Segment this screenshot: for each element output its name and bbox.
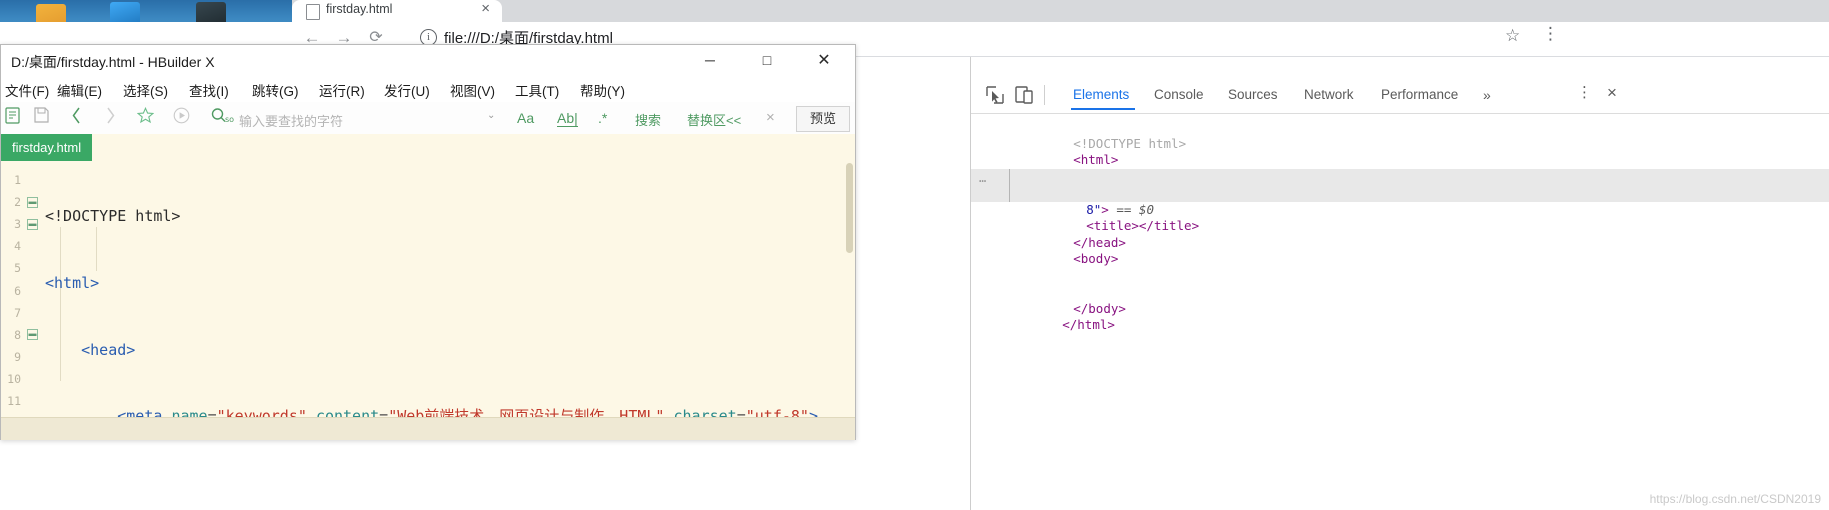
- code-text-area[interactable]: <!DOCTYPE html> <html> <head> <meta name…: [45, 161, 855, 439]
- menu-find[interactable]: 查找(I): [189, 80, 229, 100]
- line-number-gutter: 1 2 3 4 5 6 7 8 9 10 11: [1, 161, 23, 439]
- tab-network[interactable]: Network: [1304, 87, 1354, 102]
- dom-line-body-close[interactable]: </body>: [971, 284, 1829, 316]
- window-title: D:/桌面/firstday.html - HBuilder X: [11, 54, 215, 70]
- fold-toggle-icon[interactable]: ▬: [27, 329, 38, 340]
- dom-line-title[interactable]: <title></title>: [971, 202, 1829, 233]
- chevron-down-icon[interactable]: ⌄: [487, 110, 495, 121]
- device-toolbar-icon[interactable]: [1013, 84, 1035, 106]
- dom-line-html-open[interactable]: <html>: [971, 136, 1829, 167]
- editor-scrollbar[interactable]: [846, 163, 853, 253]
- clear-search-icon[interactable]: ×: [766, 109, 775, 126]
- inspect-element-icon[interactable]: [984, 84, 1006, 106]
- dom-line-spacer: [971, 251, 1829, 284]
- code-line-2[interactable]: <html>: [45, 272, 855, 294]
- nav-forward-icon[interactable]: [99, 107, 121, 131]
- minimize-icon[interactable]: ─: [687, 45, 733, 76]
- indent-guide: [1009, 185, 1010, 202]
- bookmark-star-icon[interactable]: ☆: [1505, 26, 1520, 46]
- hbuilderx-title-bar[interactable]: D:/桌面/firstday.html - HBuilder X ─ □ ✕: [1, 45, 855, 76]
- devtools-settings-icon[interactable]: ⋮: [1577, 85, 1592, 101]
- search-button[interactable]: 搜索: [635, 110, 661, 129]
- active-tab-indicator: [1071, 108, 1135, 110]
- dom-line-doctype[interactable]: <!DOCTYPE html>: [971, 119, 1829, 151]
- dom-line-body-open[interactable]: <body>: [971, 235, 1829, 266]
- indent-guide: [1009, 168, 1010, 185]
- star-bookmark-icon[interactable]: [134, 106, 156, 131]
- tab-performance[interactable]: Performance: [1381, 87, 1458, 102]
- page-favicon-icon: [306, 4, 320, 20]
- expand-ellipsis-icon[interactable]: …: [979, 170, 987, 187]
- line-number: 10: [7, 372, 21, 386]
- dom-line-html-close[interactable]: </html>: [971, 301, 1829, 332]
- fold-toggle-icon[interactable]: ▬: [27, 197, 38, 208]
- dom-line-meta-wrap[interactable]: 8"> == $0: [971, 185, 1829, 217]
- dom-line-head-close[interactable]: </head>: [971, 218, 1829, 250]
- dom-line-meta-selected[interactable]: …<meta name="keywords" content="Web前端技术，…: [971, 168, 1829, 200]
- dom-line-head-open[interactable]: ▼<head>: [971, 152, 1829, 184]
- menu-select[interactable]: 选择(S): [123, 80, 168, 100]
- watermark-text: https://blog.csdn.net/CSDN2019: [1649, 492, 1821, 506]
- svg-text:so: so: [225, 115, 234, 124]
- menu-publish[interactable]: 发行(U): [384, 80, 430, 100]
- menu-help[interactable]: 帮助(Y): [580, 80, 625, 100]
- line-number: 1: [14, 173, 21, 187]
- code-editor[interactable]: 1 2 3 4 5 6 7 8 9 10 11 ▬ ▬ ▬ <!DOCTYPE …: [1, 161, 855, 439]
- line-number: 9: [14, 350, 21, 364]
- whole-word-icon[interactable]: Ab|: [557, 110, 578, 127]
- editor-tab-bar: firstday.html: [1, 134, 855, 162]
- code-line-1[interactable]: <!DOCTYPE html>: [45, 205, 855, 227]
- toolbar-divider: [1044, 85, 1045, 105]
- preview-button[interactable]: 预览: [796, 106, 850, 132]
- editor-tab-firstday[interactable]: firstday.html: [1, 134, 93, 161]
- regex-icon[interactable]: .*: [598, 110, 607, 126]
- close-icon[interactable]: ×: [1607, 84, 1617, 101]
- line-number: 8: [14, 328, 21, 342]
- run-play-icon[interactable]: [170, 107, 192, 131]
- replace-panel-button[interactable]: 替换区<<: [687, 110, 741, 129]
- devtools-panel: Elements Console Sources Network Perform…: [970, 57, 1829, 510]
- line-number: 5: [14, 261, 21, 275]
- code-line-2-text: <html>: [45, 274, 100, 292]
- code-line-1-text: <!DOCTYPE html>: [45, 207, 181, 226]
- close-icon[interactable]: ×: [481, 1, 490, 16]
- browser-tab-title: firstday.html: [326, 2, 393, 16]
- more-tabs-icon[interactable]: »: [1483, 87, 1491, 103]
- line-number: 11: [7, 394, 21, 408]
- menu-view[interactable]: 视图(V): [450, 80, 495, 100]
- nav-back-icon[interactable]: [65, 107, 87, 131]
- tab-elements[interactable]: Elements: [1073, 87, 1129, 102]
- hbuilderx-menu-bar: 文件(F) 编辑(E) 选择(S) 查找(I) 跳转(G) 运行(R) 发行(U…: [1, 76, 855, 102]
- tab-sources[interactable]: Sources: [1228, 87, 1278, 102]
- code-line-3[interactable]: <head>: [45, 339, 855, 361]
- menu-tools[interactable]: 工具(T): [515, 80, 559, 100]
- find-magnifier-icon[interactable]: so: [210, 107, 238, 132]
- menu-file[interactable]: 文件(F): [5, 80, 49, 100]
- editor-bottom-bar: [1, 417, 855, 440]
- menu-run[interactable]: 运行(R): [319, 80, 365, 100]
- line-number: 6: [14, 284, 21, 298]
- match-case-icon[interactable]: Aa: [517, 110, 534, 126]
- menu-edit[interactable]: 编辑(E): [57, 80, 102, 100]
- line-number: 2: [14, 195, 21, 209]
- tab-console[interactable]: Console: [1154, 87, 1204, 102]
- maximize-icon[interactable]: □: [744, 45, 790, 76]
- line-number: 7: [14, 306, 21, 320]
- line-number: 3: [14, 217, 21, 231]
- search-input[interactable]: 输入要查找的字符: [239, 111, 343, 130]
- code-line-3-text: <head>: [45, 340, 136, 359]
- menu-goto[interactable]: 跳转(G): [252, 80, 299, 100]
- dom-tree[interactable]: <!DOCTYPE html> <html> ▼<head> …<meta na…: [971, 115, 1829, 510]
- hbuilderx-window: D:/桌面/firstday.html - HBuilder X ─ □ ✕ 文…: [0, 44, 856, 440]
- hbuilderx-toolbar: so 输入要查找的字符 ⌄ Aa Ab| .* 搜索 替换区<< × 预览: [1, 102, 855, 135]
- new-file-icon[interactable]: [1, 107, 23, 131]
- save-icon[interactable]: [30, 107, 52, 130]
- browser-menu-icon[interactable]: ⋮: [1542, 24, 1559, 44]
- fold-toggle-icon[interactable]: ▬: [27, 219, 38, 230]
- close-icon[interactable]: ✕: [801, 45, 847, 76]
- dom-html-close-text: </html>: [1062, 317, 1115, 332]
- line-number: 4: [14, 239, 21, 253]
